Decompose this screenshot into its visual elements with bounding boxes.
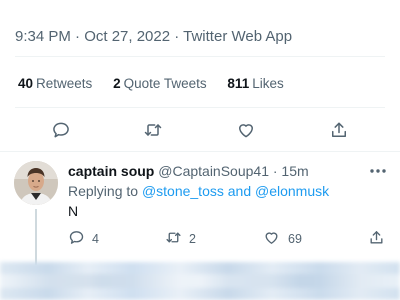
quote-tweets-count: 2 <box>113 76 121 91</box>
divider <box>15 56 385 57</box>
share-icon[interactable] <box>329 120 349 140</box>
reply-retweet-count: 2 <box>189 232 196 246</box>
reply-header: captain soup @CaptainSoup41 · 15m <box>68 163 309 179</box>
engagement-stats: 40 Retweets 2 Quote Tweets 811 Likes <box>18 76 301 91</box>
replying-prefix: Replying to <box>68 183 139 199</box>
likes-label: Likes <box>252 76 284 91</box>
mention-link[interactable]: @stone_toss <box>142 183 224 199</box>
reply-comment-icon[interactable] <box>68 229 85 246</box>
avatar[interactable] <box>14 161 58 205</box>
mention-joiner: and <box>227 183 252 199</box>
retweet-icon[interactable] <box>143 120 163 140</box>
replying-to: Replying to @stone_toss and @elonmusk <box>68 183 329 199</box>
reply-share-icon[interactable] <box>368 229 385 246</box>
reply-retweet-icon[interactable] <box>165 229 182 246</box>
retweets-label: Retweets <box>36 76 93 91</box>
like-icon[interactable] <box>236 120 256 140</box>
retweets-stat[interactable]: 40 Retweets <box>18 76 92 91</box>
likes-count: 811 <box>227 76 250 91</box>
reply-count: 4 <box>92 232 99 246</box>
divider <box>15 107 385 108</box>
reply-like-icon[interactable] <box>263 229 280 246</box>
mention-link[interactable]: @elonmusk <box>255 183 329 199</box>
reply-display-name[interactable]: captain soup <box>68 163 154 179</box>
blurred-overlay <box>0 262 400 300</box>
thread-line <box>35 209 37 265</box>
comment-icon[interactable] <box>51 120 71 140</box>
reply-like-count: 69 <box>288 232 302 246</box>
reply-body-text: N <box>68 203 79 219</box>
quote-tweets-label: Quote Tweets <box>123 76 207 91</box>
reply-handle-time[interactable]: @CaptainSoup41 · 15m <box>158 163 308 179</box>
timestamp-text: 9:34 PM · Oct 27, 2022 · Twitter Web App <box>15 28 293 45</box>
tweet-timestamp[interactable]: 9:34 PM · Oct 27, 2022 · Twitter Web App <box>15 26 395 48</box>
retweets-count: 40 <box>18 76 34 91</box>
likes-stat[interactable]: 811 Likes <box>227 76 283 91</box>
divider <box>0 151 400 152</box>
more-options-icon[interactable] <box>369 164 387 178</box>
quote-tweets-stat[interactable]: 2 Quote Tweets <box>113 76 207 91</box>
